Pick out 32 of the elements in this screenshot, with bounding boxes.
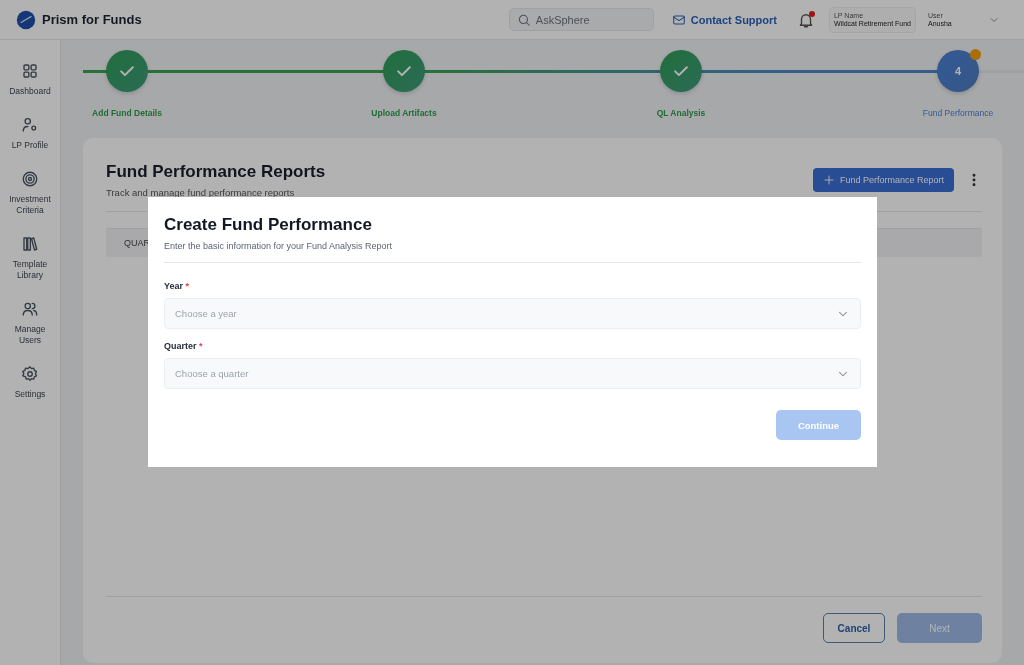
search-field[interactable]: AskSphere (508, 8, 654, 31)
add-report-button[interactable]: Fund Performance Report (812, 168, 954, 192)
step-label: QL Analysis (656, 108, 706, 118)
sidebar-item[interactable]: Investment Criteria (5, 170, 55, 216)
step-label: Upload Artifacts (371, 108, 437, 118)
step-label: Add Fund Details (92, 108, 162, 118)
modal-title: Create Fund Performance (164, 215, 373, 235)
person-gear-icon (21, 116, 39, 134)
field-label: Quarter * (164, 341, 204, 351)
sidebar-item[interactable]: Settings (5, 365, 55, 400)
sidebar-item[interactable]: LP Profile (5, 116, 55, 151)
sidebar-item[interactable]: Manage Users (5, 300, 55, 346)
logo-icon (16, 9, 36, 30)
target-icon (21, 170, 39, 188)
sidebar-item[interactable]: Dashboard (5, 62, 55, 97)
app-name: Prism for Funds (42, 12, 142, 27)
page-title: Fund Performance Reports (106, 162, 327, 182)
users-icon (21, 300, 39, 318)
plus-icon (822, 174, 835, 186)
modal-subtitle: Enter the basic information for your Fund Analysis Report (164, 241, 394, 251)
settings-icon (21, 365, 39, 383)
search-icon (516, 13, 531, 27)
step-label: Fund Performance (922, 108, 994, 118)
field-label: Year * (164, 281, 191, 291)
grid-icon (21, 62, 39, 80)
contact-support-link[interactable]: Contact Support (671, 12, 777, 27)
step-number: 4 (937, 50, 979, 92)
books-icon (21, 235, 39, 253)
page-subtitle: Track and manage fund performance reports (106, 187, 296, 198)
cancel-button[interactable]: Cancel (823, 613, 885, 643)
mail-icon (671, 12, 686, 27)
sidebar-item[interactable]: Template Library (5, 235, 55, 281)
